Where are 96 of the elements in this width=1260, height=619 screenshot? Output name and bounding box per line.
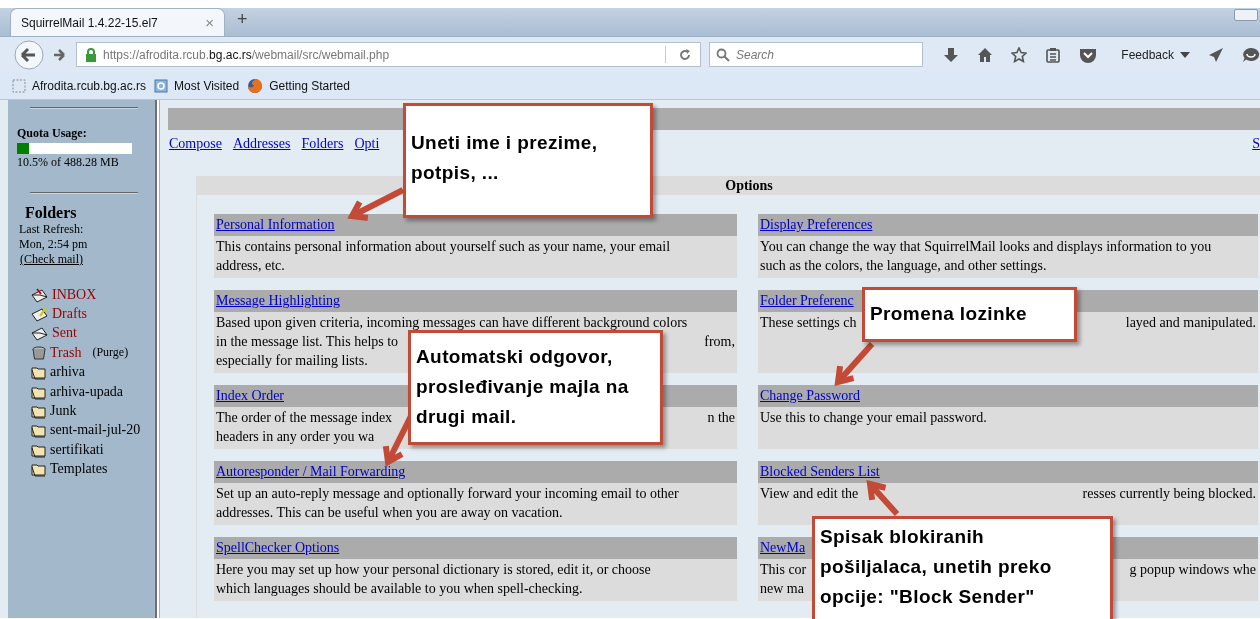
option-description: Based upon given criteria, incoming messages can have different background colors bbox=[216, 314, 688, 331]
option-description: Here you may set up how your personal dictionary is stored, edit it, or choose bbox=[216, 561, 651, 578]
callout: Spisak blokiranih pošiljalaca, unetih preko opcije: "Block Sender" bbox=[812, 516, 1113, 619]
folder-icon bbox=[31, 403, 47, 420]
pocket-icon[interactable] bbox=[1079, 46, 1098, 63]
folders-title: Folders bbox=[25, 204, 78, 222]
url-field[interactable]: https://afrodita.rcub.bg.ac.rs/webmail/src/webmail.php bbox=[76, 42, 701, 67]
bookmark-link[interactable]: Afrodita.rcub.bg.ac.rs bbox=[32, 78, 147, 93]
folder-link[interactable]: Junk bbox=[50, 403, 77, 420]
envelope-icon bbox=[31, 325, 49, 342]
option-link[interactable]: SpellChecker Options bbox=[216, 540, 340, 556]
folder-link[interactable]: sent-mail-jul-20 bbox=[50, 422, 141, 439]
option-description: headers in any order you wa bbox=[216, 428, 375, 445]
option-description: n the bbox=[707, 409, 735, 426]
option-description: addresses. This can be useful when you are away on vacation. bbox=[216, 504, 563, 521]
purge-link[interactable]: (Purge) bbox=[92, 345, 129, 361]
option-link[interactable]: Display Preferences bbox=[760, 217, 873, 233]
folder-link[interactable]: arhiva-upada bbox=[50, 383, 124, 400]
folder-link[interactable]: Sent bbox=[52, 325, 77, 342]
close-tab-button[interactable]: × bbox=[205, 14, 214, 31]
bookmark-link[interactable]: Getting Started bbox=[269, 78, 350, 93]
option-description: resses currently being blocked. bbox=[1082, 485, 1256, 502]
browser-tab[interactable]: SquirrelMail 1.4.22-15.el7 × bbox=[10, 8, 225, 36]
check-mail-link[interactable]: (Check mail) bbox=[20, 252, 83, 267]
option-link[interactable]: NewMa bbox=[760, 540, 806, 556]
folder-link[interactable]: arhiva bbox=[50, 364, 85, 381]
option-link[interactable]: Index Order bbox=[216, 388, 285, 404]
new-tab-button[interactable]: + bbox=[237, 9, 248, 30]
trash-can-icon bbox=[31, 344, 47, 361]
lock-icon bbox=[85, 47, 97, 62]
paper-plane-icon[interactable] bbox=[1208, 46, 1224, 63]
globe-logo-icon bbox=[247, 77, 264, 94]
search-field[interactable]: Search bbox=[708, 42, 924, 67]
option-description: You can change the way that SquirrelMail looks and displays information to you bbox=[760, 238, 1212, 255]
reading-list-icon[interactable] bbox=[1045, 46, 1062, 63]
folder-icon bbox=[31, 422, 47, 439]
option-link[interactable]: Message Highlighting bbox=[216, 293, 341, 309]
folder-link[interactable]: Templates bbox=[50, 461, 108, 478]
blank-page-icon bbox=[12, 78, 26, 93]
forward-button[interactable] bbox=[52, 46, 68, 63]
callout-arrow bbox=[834, 342, 875, 386]
callout-arrow bbox=[347, 187, 405, 222]
option-link[interactable]: Change Password bbox=[760, 388, 860, 404]
bookmark-link[interactable]: Most Visited bbox=[174, 78, 240, 93]
option-description: such as the colors, the language, and other settings. bbox=[760, 257, 1047, 274]
back-button[interactable] bbox=[14, 39, 44, 70]
option-description: which languages should be available to you when spell-checking. bbox=[216, 580, 583, 597]
option-description: especially for mailing lists. bbox=[216, 352, 368, 369]
folder-link[interactable]: INBOX bbox=[52, 286, 97, 303]
folder-link[interactable]: sertifikati bbox=[50, 441, 104, 458]
download-icon[interactable] bbox=[943, 46, 960, 63]
nav-link[interactable]: Opti bbox=[354, 136, 380, 152]
reload-icon[interactable] bbox=[677, 47, 692, 62]
folder-link[interactable]: Trash bbox=[50, 344, 82, 361]
option-description: This cor bbox=[760, 561, 807, 578]
caret-icon[interactable] bbox=[1180, 51, 1190, 58]
option-description: g popup windows whe bbox=[1129, 561, 1256, 578]
envelope-icon bbox=[31, 286, 49, 303]
envelope-pencil-icon bbox=[31, 306, 49, 323]
last-refresh-time: Mon, 2:54 pm bbox=[19, 237, 89, 252]
chat-smiley-icon[interactable] bbox=[1242, 46, 1260, 63]
quota-reading: 10.5% of 488.28 MB bbox=[17, 155, 120, 170]
option-description: Use this to change your email password. bbox=[760, 409, 987, 426]
callout-arrow bbox=[866, 480, 900, 516]
nav-link[interactable]: Addresses bbox=[232, 136, 291, 152]
option-link[interactable]: Personal Information bbox=[216, 217, 335, 233]
folder-icon bbox=[31, 364, 47, 381]
option-description: layed and manipulated. bbox=[1125, 314, 1256, 331]
star-icon[interactable] bbox=[1011, 46, 1028, 63]
nav-link[interactable]: S bbox=[1252, 136, 1260, 152]
option-description: from, bbox=[704, 333, 735, 350]
option-description: in the message list. This helps to bbox=[216, 333, 399, 350]
option-description: Set up an auto-reply message and optionally forward your incoming email to other bbox=[216, 485, 679, 502]
quota-label: Quota Usage: bbox=[17, 126, 88, 141]
feedback-button[interactable]: Feedback bbox=[1121, 47, 1174, 62]
option-link[interactable]: Folder Preferenc bbox=[760, 293, 854, 309]
folder-link[interactable]: Drafts bbox=[52, 306, 87, 323]
option-description: This contains personal information about yourself such as your name, your email bbox=[216, 238, 671, 255]
option-description: address, etc. bbox=[216, 257, 285, 274]
option-link[interactable]: Blocked Senders List bbox=[760, 464, 880, 480]
option-link[interactable]: Autoresponder / Mail Forwarding bbox=[216, 464, 406, 480]
callout: Promena lozinke bbox=[862, 287, 1077, 342]
option-description: new ma bbox=[760, 580, 804, 597]
callout: Automatski odgovor, prosleđivanje majla na drugi mail. bbox=[408, 330, 663, 445]
option-description: View and edit the bbox=[760, 485, 859, 502]
callout: Uneti ime i prezime, potpis, ... bbox=[403, 103, 653, 218]
folder-icon bbox=[31, 461, 47, 478]
nav-link[interactable]: Folders bbox=[301, 136, 344, 152]
home-icon[interactable] bbox=[977, 46, 994, 63]
search-icon bbox=[715, 47, 730, 62]
last-refresh-label: Last Refresh: bbox=[19, 222, 85, 237]
option-description: The order of the message index bbox=[216, 409, 393, 426]
option-description: These settings ch bbox=[760, 314, 857, 331]
tab-title: SquirrelMail 1.4.22-15.el7 bbox=[21, 15, 158, 30]
page-icon bbox=[154, 78, 169, 93]
nav-link[interactable]: Compose bbox=[169, 136, 222, 152]
